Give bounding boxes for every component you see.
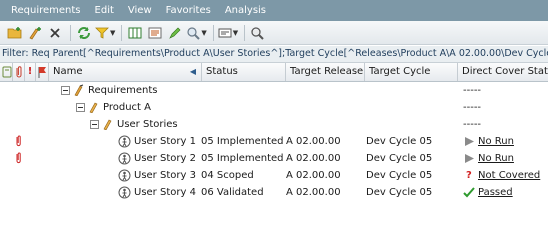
target-release: A 02.00.00 [286,187,341,198]
filter-bar[interactable]: Filter: Req Parent[^Requirements\Product… [0,46,548,63]
find-icon[interactable] [249,24,267,42]
toolbar-separator [244,24,246,41]
tree-label-product-a: Product A [103,102,151,113]
view-icon[interactable]: ▼ [218,24,238,42]
target-cycle: Dev Cycle 05 [366,153,433,164]
play-arrow-icon [464,150,475,167]
cover-status-value: ----- [463,102,482,113]
target-cycle: Dev Cycle 05 [366,170,433,181]
tree-row-user-stories[interactable]: User Stories ----- [0,116,548,133]
menu-bar: Requirements Edit View Favorites Analysi… [0,0,548,21]
delete-icon[interactable] [46,24,64,42]
column-header-target-release[interactable]: Target Release [286,63,365,81]
requirement-name: User Story 1 [134,136,196,147]
user-story-icon [118,167,131,184]
table-row[interactable]: User Story 4 06 Validated A 02.00.00 Dev… [0,184,548,201]
target-release: A 02.00.00 [286,153,341,164]
question-mark-icon: ? [466,170,472,181]
tree-row-product-a[interactable]: Product A ----- [0,99,548,116]
cover-status-link[interactable]: No Run [478,150,514,167]
exclamation-icon[interactable]: ! [25,63,36,81]
attachment-icon[interactable] [14,133,23,150]
user-story-icon [118,133,131,150]
cover-status-link[interactable]: No Run [478,133,514,150]
grid-body: Requirements ----- Product A ----- User … [0,82,548,247]
column-header-target-cycle[interactable]: Target Cycle [365,63,458,81]
refresh-icon[interactable] [75,24,93,42]
edit-icon[interactable] [166,24,184,42]
tree-row-requirements[interactable]: Requirements ----- [0,82,548,99]
table-row[interactable]: User Story 1 05 Implemented A 02.00.00 D… [0,133,548,150]
column-header-name[interactable]: Name ◀ [49,63,202,81]
toolbar: ▼ ▼ ▼ [0,21,548,45]
tree-label-requirements: Requirements [88,85,158,96]
requirements-folder-icon [73,82,85,99]
requirement-status: 06 Validated [201,187,264,198]
column-header-direct-cover-status[interactable]: Direct Cover Status [458,63,548,81]
menu-analysis[interactable]: Analysis [218,5,273,16]
attachment-icon[interactable] [14,150,23,167]
tree-label-user-stories: User Stories [117,119,178,130]
menu-edit[interactable]: Edit [88,5,121,16]
target-release: A 02.00.00 [286,136,341,147]
new-folder-icon[interactable] [6,24,24,42]
checkmark-icon [463,184,475,201]
requirement-status: 05 Implemented [201,136,284,147]
cover-status-link[interactable]: Passed [478,184,513,201]
filter-icon[interactable]: ▼ [95,24,115,42]
menu-favorites[interactable]: Favorites [159,5,218,16]
sort-arrow-icon[interactable]: ◀ [190,63,196,81]
column-header-name-label: Name [53,66,83,77]
target-cycle: Dev Cycle 05 [366,136,433,147]
requirement-folder-icon [102,116,114,133]
attachment-column-header[interactable] [0,63,13,81]
requirement-status: 04 Scoped [201,170,254,181]
chevron-down-icon[interactable]: ▼ [233,29,238,37]
collapse-icon[interactable] [90,116,99,133]
menu-view[interactable]: View [121,5,159,16]
chevron-down-icon[interactable]: ▼ [110,29,115,37]
grid-header: ! Name ◀ Status Target Release Target Cy… [0,63,548,82]
paperclip-column-header[interactable] [13,63,25,81]
table-row[interactable]: User Story 2 05 Implemented A 02.00.00 D… [0,150,548,167]
zoom-icon[interactable]: ▼ [186,24,207,42]
requirement-status: 05 Implemented [201,153,284,164]
collapse-icon[interactable] [76,99,85,116]
columns-icon[interactable] [126,24,144,42]
requirement-name: User Story 2 [134,153,196,164]
toolbar-separator [70,24,71,41]
menu-requirements[interactable]: Requirements [4,5,88,16]
flag-column-header[interactable] [36,63,49,81]
play-arrow-icon [464,133,475,150]
cover-status-value: ----- [463,119,482,130]
cover-status-value: ----- [463,85,482,96]
cover-status-link[interactable]: Not Covered [478,167,540,184]
requirement-folder-icon [88,99,100,116]
new-requirement-icon[interactable] [26,24,44,42]
column-header-status[interactable]: Status [202,63,286,81]
toolbar-separator [212,24,214,41]
chevron-down-icon[interactable]: ▼ [201,29,206,37]
collapse-icon[interactable] [61,82,70,99]
target-cycle: Dev Cycle 05 [366,187,433,198]
user-story-icon [118,150,131,167]
table-row[interactable]: User Story 3 04 Scoped A 02.00.00 Dev Cy… [0,167,548,184]
requirement-name: User Story 4 [134,187,196,198]
user-story-icon [118,184,131,201]
details-icon[interactable] [146,24,164,42]
toolbar-separator [121,24,123,41]
target-release: A 02.00.00 [286,170,341,181]
requirement-name: User Story 3 [134,170,196,181]
